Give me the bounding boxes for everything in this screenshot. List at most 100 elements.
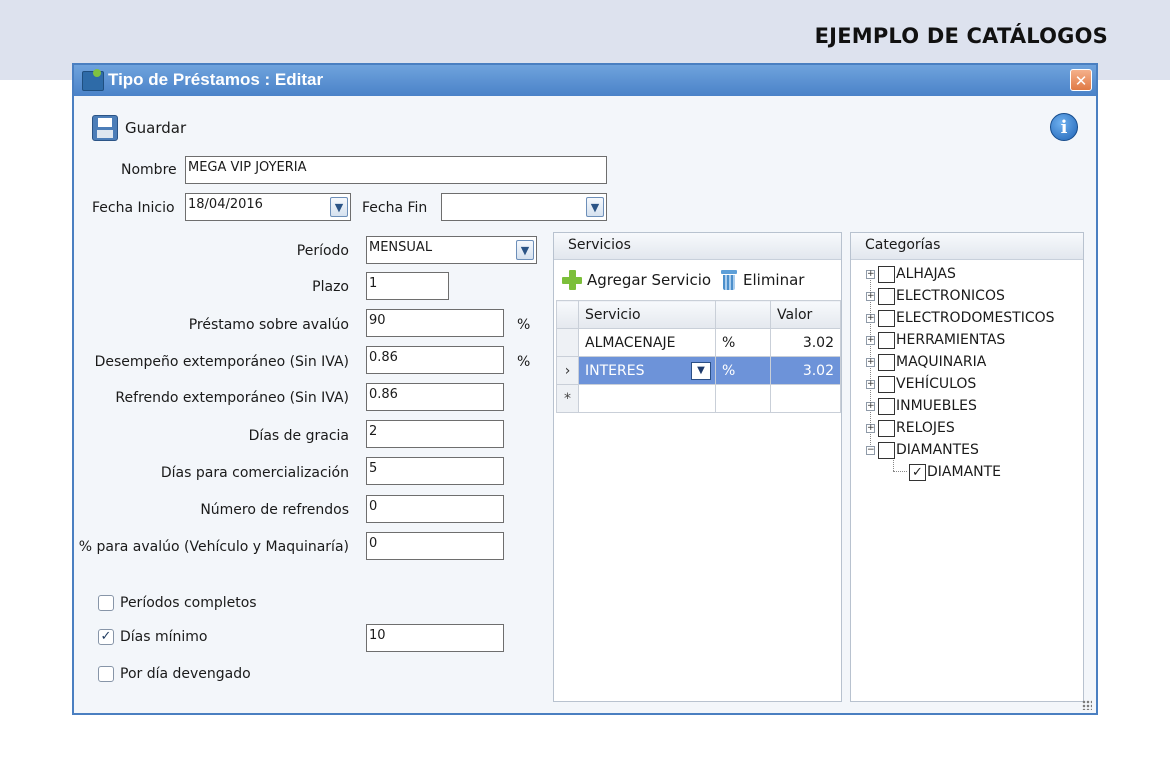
por-dia-devengado-checkbox[interactable]: Por día devengado	[98, 666, 251, 682]
dias-comercializacion-input[interactable]: 5	[366, 457, 504, 485]
desempeno-label: Desempeño extemporáneo (Sin IVA)	[94, 354, 349, 370]
column-header-unit[interactable]	[715, 300, 771, 329]
tree-item-herramientas[interactable]: + HERRAMIENTAS	[866, 329, 1005, 351]
periodo-select[interactable]: MENSUAL ▼	[366, 236, 537, 264]
valor-cell[interactable]: 3.02	[770, 356, 841, 385]
checkbox-box[interactable]	[98, 595, 114, 611]
close-button[interactable]: ✕	[1070, 69, 1092, 91]
unit-cell[interactable]: %	[715, 328, 771, 357]
dias-minimo-input[interactable]: 10	[366, 624, 504, 652]
resize-grip[interactable]	[1082, 700, 1092, 710]
fecha-inicio-value: 18/04/2016	[188, 197, 263, 212]
edit-dialog: Tipo de Préstamos : Editar ✕ Guardar i N…	[72, 63, 1098, 715]
title-bar[interactable]: Tipo de Préstamos : Editar ✕	[74, 65, 1096, 96]
empty-cell[interactable]	[578, 384, 716, 413]
tree-checkbox[interactable]	[878, 419, 895, 437]
table-row[interactable]: ALMACENAJE % 3.02	[556, 328, 841, 357]
tree-item-label: ELECTRONICOS	[896, 288, 1005, 304]
numero-refrendos-input[interactable]: 0	[366, 495, 504, 523]
tree-checkbox[interactable]	[878, 353, 895, 371]
tree-item-electrodomesticos[interactable]: + ELECTRODOMESTICOS	[866, 307, 1055, 329]
expand-icon[interactable]: +	[866, 313, 875, 323]
tree-checkbox[interactable]	[878, 265, 895, 283]
valor-cell[interactable]: 3.02	[770, 328, 841, 357]
chevron-down-icon[interactable]: ▼	[330, 197, 348, 217]
add-service-label: Agregar Servicio	[587, 271, 712, 289]
prestamo-avaluo-label: Préstamo sobre avalúo	[188, 317, 349, 333]
expand-icon[interactable]: +	[866, 401, 875, 411]
collapse-icon[interactable]: −	[866, 445, 875, 455]
tree-checkbox[interactable]	[878, 309, 895, 327]
floppy-disk-icon	[92, 115, 118, 141]
expand-icon[interactable]: +	[866, 357, 875, 367]
tree-item-label: MAQUINARIA	[896, 354, 987, 370]
tree-item-label: INMUEBLES	[896, 398, 977, 414]
tree-checkbox[interactable]	[878, 331, 895, 349]
tree-item-inmuebles[interactable]: + INMUEBLES	[866, 395, 977, 417]
info-icon[interactable]: i	[1050, 113, 1078, 141]
unit-cell[interactable]: %	[715, 356, 771, 385]
chevron-down-icon[interactable]: ▼	[586, 197, 604, 217]
plus-icon	[562, 270, 582, 290]
tree-item-maquinaria[interactable]: + MAQUINARIA	[866, 351, 986, 373]
tree-checkbox[interactable]	[878, 287, 895, 305]
new-row-indicator: *	[556, 384, 579, 413]
checkmark-icon[interactable]: ✓	[909, 463, 926, 481]
plazo-label: Plazo	[312, 279, 349, 295]
page-title: EJEMPLO DE CATÁLOGOS	[814, 24, 1108, 48]
dias-minimo-checkbox[interactable]: ✓ Días mínimo	[98, 629, 208, 645]
plazo-input[interactable]: 1	[366, 272, 449, 300]
table-row-selected[interactable]: › INTERES ▼ % 3.02	[556, 356, 841, 385]
empty-cell[interactable]	[770, 384, 841, 413]
percent-unit: %	[517, 354, 531, 370]
dias-gracia-input[interactable]: 2	[366, 420, 504, 448]
checkbox-box[interactable]	[98, 666, 114, 682]
empty-cell[interactable]	[715, 384, 771, 413]
expand-icon[interactable]: +	[866, 423, 875, 433]
servicio-cell[interactable]: ALMACENAJE	[578, 328, 716, 357]
tree-item-label: DIAMANTES	[896, 442, 979, 458]
prestamo-avaluo-input[interactable]: 90	[366, 309, 504, 337]
categorias-panel: Categorías + ALHAJAS + ELECTRONICOS + EL…	[850, 232, 1084, 702]
save-button[interactable]: Guardar	[92, 113, 186, 143]
expand-icon[interactable]: +	[866, 379, 875, 389]
fecha-fin-picker[interactable]: ▼	[441, 193, 607, 221]
chevron-down-icon[interactable]: ▼	[516, 240, 534, 260]
delete-service-button[interactable]: Eliminar	[721, 270, 804, 290]
column-header-valor[interactable]: Valor	[770, 300, 841, 329]
fecha-fin-label: Fecha Fin	[362, 200, 428, 216]
tree-item-label: VEHÍCULOS	[896, 376, 977, 392]
tree-item-electronicos[interactable]: + ELECTRONICOS	[866, 285, 1005, 307]
numero-refrendos-label: Número de refrendos	[200, 502, 349, 518]
expand-icon[interactable]: +	[866, 269, 875, 279]
checkbox-label: Períodos completos	[120, 595, 257, 611]
periodos-completos-checkbox[interactable]: Períodos completos	[98, 595, 257, 611]
chevron-down-icon[interactable]: ▼	[691, 362, 711, 380]
tree-item-diamantes[interactable]: − DIAMANTES	[866, 439, 979, 461]
expand-icon[interactable]: +	[866, 335, 875, 345]
nombre-input[interactable]: MEGA VIP JOYERIA	[185, 156, 607, 184]
refrendo-input[interactable]: 0.86	[366, 383, 504, 411]
tree-item-vehiculos[interactable]: + VEHÍCULOS	[866, 373, 976, 395]
tree-connector	[893, 471, 907, 472]
pct-avaluo-input[interactable]: 0	[366, 532, 504, 560]
delete-service-label: Eliminar	[743, 271, 805, 289]
expand-icon[interactable]: +	[866, 291, 875, 301]
tree-item-relojes[interactable]: + RELOJES	[866, 417, 955, 439]
checkmark-icon[interactable]: ✓	[98, 629, 114, 645]
tree-checkbox[interactable]	[878, 375, 895, 393]
servicio-cell[interactable]: INTERES ▼	[578, 356, 716, 385]
tree-item-label: DIAMANTE	[927, 464, 1002, 480]
tree-checkbox[interactable]	[878, 441, 895, 459]
tree-checkbox[interactable]	[878, 397, 895, 415]
fecha-inicio-picker[interactable]: 18/04/2016 ▼	[185, 193, 351, 221]
tree-item-alhajas[interactable]: + ALHAJAS	[866, 263, 956, 285]
tree-item-label: RELOJES	[896, 420, 955, 436]
categorias-header: Categorías	[851, 233, 1083, 260]
add-service-button[interactable]: Agregar Servicio	[562, 270, 711, 290]
desempeno-input[interactable]: 0.86	[366, 346, 504, 374]
tree-item-diamante[interactable]: ✓ DIAMANTE	[909, 461, 1001, 483]
new-row[interactable]: *	[556, 384, 841, 413]
dias-gracia-label: Días de gracia	[248, 428, 349, 444]
column-header-servicio[interactable]: Servicio	[578, 300, 716, 329]
